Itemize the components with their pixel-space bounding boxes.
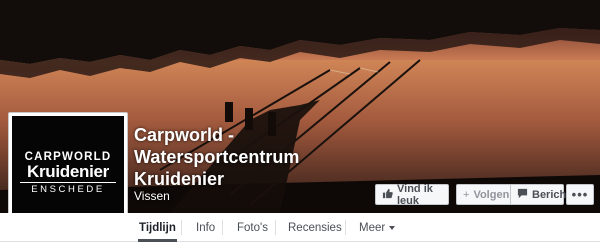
tab-divider — [181, 220, 182, 235]
tab-divider — [222, 220, 223, 235]
logo-brand-city: ENSCHEDE — [31, 184, 105, 195]
follow-button-label: Volgen — [473, 188, 510, 201]
message-button[interactable]: Bericht — [510, 184, 570, 205]
caret-down-icon — [389, 225, 396, 230]
tab-label: Meer — [359, 221, 386, 234]
tab-divider — [275, 220, 276, 235]
message-button-label: Bericht — [532, 188, 570, 201]
more-options-button[interactable]: ••• — [566, 184, 594, 205]
tab-reviews[interactable]: Recensies — [287, 213, 343, 242]
like-button[interactable]: Vind ik leuk — [375, 182, 449, 207]
ellipsis-icon: ••• — [571, 187, 589, 202]
tab-label: Recensies — [288, 221, 342, 234]
logo-divider — [20, 182, 116, 183]
tab-divider — [345, 220, 346, 235]
chat-bubble-icon — [517, 188, 528, 202]
follow-button[interactable]: + Volgen — [456, 184, 510, 205]
tab-label: Foto's — [237, 221, 268, 234]
tab-label: Tijdlijn — [139, 221, 176, 234]
tab-more[interactable]: Meer — [358, 213, 396, 242]
thumbs-up-icon — [382, 188, 393, 202]
like-button-label: Vind ik leuk — [397, 182, 433, 207]
tab-label: Info — [196, 221, 216, 234]
page-category[interactable]: Vissen — [134, 189, 170, 203]
logo-brand-name: Kruidenier — [26, 162, 110, 181]
tab-info[interactable]: Info — [195, 213, 216, 242]
page-nav-tabs: Tijdlijn Info Foto's Recensies Meer — [0, 213, 600, 242]
tab-timeline[interactable]: Tijdlijn — [138, 213, 177, 242]
tab-photos[interactable]: Foto's — [236, 213, 269, 242]
plus-icon: + — [463, 188, 470, 201]
page-title[interactable]: Carpworld - Watersportcentrum Kruidenier — [134, 124, 334, 190]
